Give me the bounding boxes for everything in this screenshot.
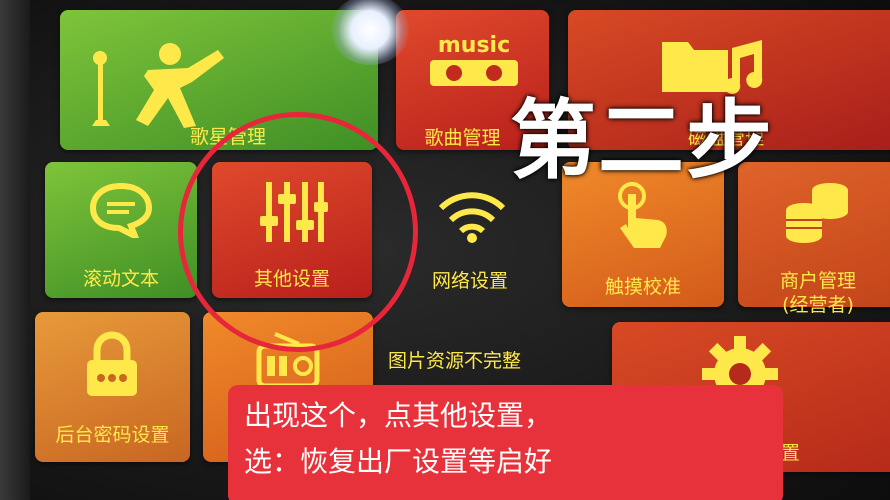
tile-label: 滚动文本 xyxy=(82,268,159,290)
speech-bubble-icon xyxy=(89,182,153,238)
tile-label: 触摸校准 xyxy=(604,276,681,298)
image-missing-notice: 图片资源不完整 xyxy=(388,350,522,372)
instruction-callout: 出现这个，点其他设置， 选：恢复出厂设置等启好 xyxy=(228,385,783,500)
instruction-line-2: 选：恢复出厂设置等启好 xyxy=(244,445,553,478)
kiosk-admin-screen: 歌星管理 music 歌曲管理 磁盘管理 滚动文本 其他设置 网络设置 触摸校准… xyxy=(0,0,890,500)
instruction-line-1: 出现这个，点其他设置， xyxy=(244,399,553,432)
device-bezel xyxy=(0,0,30,500)
singer-icon xyxy=(92,43,224,128)
tile-sublabel: (经营者) xyxy=(782,294,854,316)
music-icon: music xyxy=(430,33,518,86)
music-icon-text: music xyxy=(438,33,510,58)
wifi-icon xyxy=(438,192,506,243)
tile-label: 网络设置 xyxy=(431,270,508,292)
lock-icon xyxy=(87,331,137,396)
tile-admin-password[interactable]: 后台密码设置 xyxy=(35,312,190,462)
step-title: 第二步 xyxy=(510,91,774,191)
coins-icon xyxy=(786,183,848,243)
tile-scroll-text[interactable]: 滚动文本 xyxy=(45,162,197,298)
tile-label: 后台密码设置 xyxy=(55,424,170,446)
tile-label: 商户管理 xyxy=(779,270,856,292)
